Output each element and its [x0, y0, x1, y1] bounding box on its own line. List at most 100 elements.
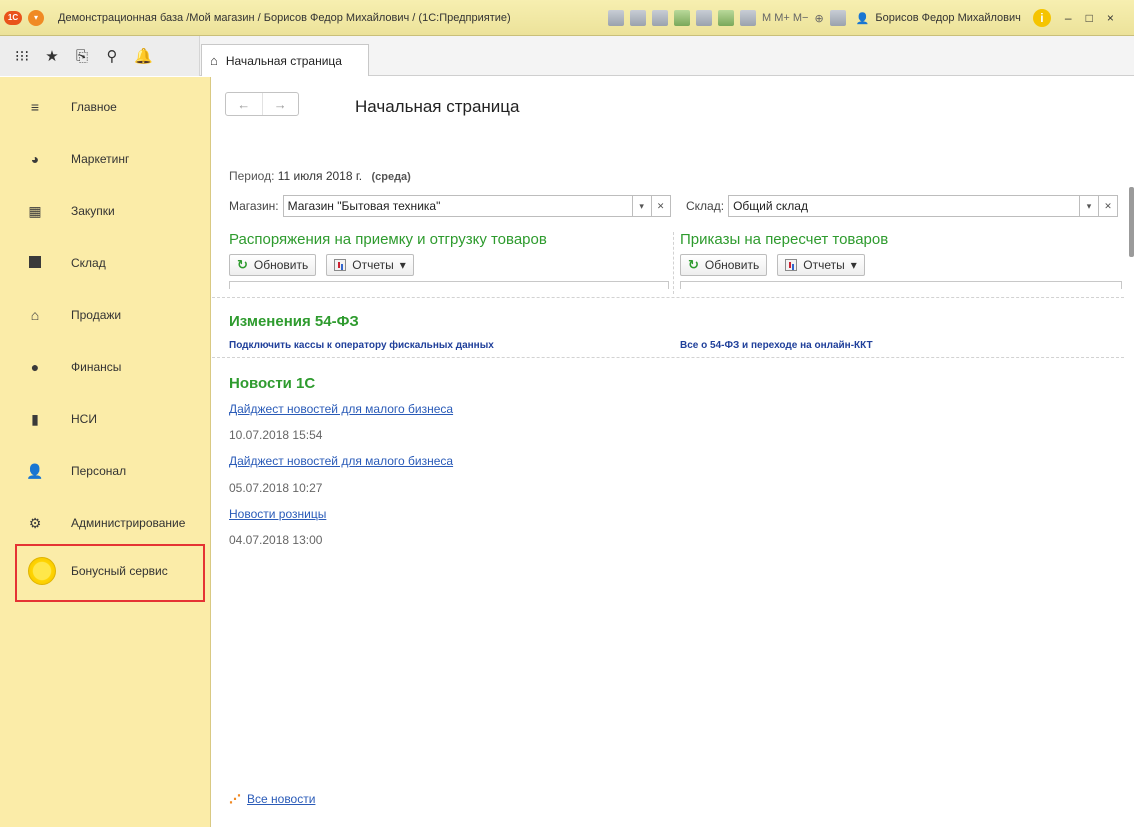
sidebar-item-admin[interactable]: ⚙ Администрирование	[0, 503, 211, 543]
news-item-date: 10.07.2018 15:54	[229, 428, 323, 442]
orders-panel-buttons: ↻ Обновить Отчеты ▾	[229, 254, 414, 276]
sidebar-item-sales[interactable]: ⌂ Продажи	[0, 295, 211, 335]
upload-icon[interactable]	[674, 10, 690, 26]
chevron-down-icon: ▾	[399, 258, 406, 272]
close-button[interactable]: ×	[1107, 11, 1114, 25]
sidebar-item-warehouse[interactable]: Склад	[0, 243, 211, 283]
warehouse-dropdown-button[interactable]: ▾	[1080, 195, 1100, 217]
calendar-icon[interactable]	[740, 10, 756, 26]
sidebar: ≡ Главное ◕ Маркетинг ▦ Закупки Склад ⌂ …	[0, 77, 211, 827]
fz54-link-connect[interactable]: Подключить кассы к оператору фискальных …	[229, 340, 494, 351]
refresh-icon: ↻	[237, 257, 248, 272]
reports-label: Отчеты	[803, 258, 845, 272]
panels-icon[interactable]	[829, 10, 846, 26]
coin-icon: ●	[30, 359, 40, 375]
store-clear-button[interactable]: ✕	[651, 195, 671, 217]
scanner-icon[interactable]	[696, 10, 712, 26]
store-dropdown-button[interactable]: ▾	[632, 195, 652, 217]
recount-panel-title: Приказы на пересчет товаров	[680, 231, 889, 248]
forward-button[interactable]: →	[261, 93, 299, 115]
recount-table[interactable]	[680, 281, 1122, 289]
warehouse-label: Склад:	[686, 199, 725, 213]
maximize-button[interactable]: □	[1086, 11, 1093, 25]
warehouse-clear-button[interactable]: ✕	[1099, 195, 1119, 217]
store-input[interactable]: Магазин "Бытовая техника"	[282, 195, 633, 217]
back-button[interactable]: ←	[226, 93, 262, 115]
sidebar-item-nsi[interactable]: ▮ НСИ	[0, 399, 211, 439]
news-item-link[interactable]: Дайджест новостей для малого бизнеса	[229, 402, 453, 416]
zoom-icon[interactable]: ⊕	[814, 12, 823, 25]
sidebar-item-main[interactable]: ≡ Главное	[0, 87, 211, 127]
sidebar-item-marketing[interactable]: ◕ Маркетинг	[0, 139, 211, 179]
highlight-box	[15, 544, 205, 602]
store-field-row: Магазин: Магазин "Бытовая техника" ▾ ✕	[229, 195, 671, 217]
sidebar-item-purchases[interactable]: ▦ Закупки	[0, 191, 211, 231]
rss-icon: ⋰	[229, 792, 241, 806]
period-dow: (среда)	[371, 171, 411, 183]
panel-divider	[673, 232, 674, 294]
bell-icon[interactable]: 🔔	[134, 47, 153, 65]
chevron-down-icon: ▾	[850, 258, 857, 272]
sidebar-item-finance[interactable]: ● Финансы	[0, 347, 211, 387]
news-item-date: 05.07.2018 10:27	[229, 481, 323, 495]
user-name[interactable]: Борисов Федор Михайлович	[875, 12, 1021, 24]
sidebar-item-label: НСИ	[71, 412, 97, 426]
recount-panel-buttons: ↻ Обновить Отчеты ▾	[680, 254, 865, 276]
memory-buttons[interactable]: M M+ M−	[762, 12, 808, 24]
news-title: Новости 1С	[229, 375, 316, 392]
pie-chart-icon: ◕	[30, 151, 40, 167]
apps-grid-icon[interactable]: ⁝⁝⁝	[14, 47, 30, 65]
favorites-star-icon[interactable]: ★	[44, 47, 60, 65]
period-row: Период: 11 июля 2018 г. (среда)	[229, 169, 411, 183]
print-icon[interactable]	[630, 10, 646, 26]
cart-icon: ▦	[28, 202, 42, 219]
tab-home[interactable]: ⌂ Начальная страница	[201, 44, 369, 76]
main-menu-button[interactable]: ▾	[28, 9, 44, 26]
sidebar-item-label: Закупки	[71, 204, 115, 218]
news-item-link[interactable]: Новости розницы	[229, 507, 326, 521]
preview-icon[interactable]	[652, 10, 668, 26]
user-icon: 👤	[855, 12, 870, 25]
refresh-button[interactable]: ↻ Обновить	[680, 254, 768, 276]
reports-button[interactable]: Отчеты ▾	[326, 254, 414, 276]
refresh-label: Обновить	[704, 258, 760, 272]
window-title: Демонстрационная база /Мой магазин / Бор…	[58, 11, 511, 24]
title-bar: 1С ▾ Демонстрационная база /Мой магазин …	[0, 0, 1134, 36]
reports-button[interactable]: Отчеты ▾	[777, 254, 865, 276]
nav-buttons: ← →	[225, 92, 299, 116]
info-icon[interactable]: i	[1032, 9, 1051, 27]
page-title: Начальная страница	[355, 97, 520, 116]
scrollbar[interactable]	[1129, 187, 1134, 257]
sidebar-item-label: Администрирование	[71, 516, 186, 530]
basket-icon: ⌂	[30, 307, 40, 323]
report-icon	[334, 259, 347, 271]
person-icon: 👤	[26, 462, 44, 479]
section-divider	[212, 357, 1124, 358]
all-news-link[interactable]: Все новости	[247, 792, 315, 806]
history-icon[interactable]: ⎘	[74, 48, 90, 65]
warehouse-icon	[26, 255, 44, 271]
save-icon[interactable]	[608, 10, 624, 26]
refresh-icon: ↻	[688, 257, 699, 272]
sidebar-item-personnel[interactable]: 👤 Персонал	[0, 451, 211, 491]
search-icon[interactable]: ⚲	[104, 47, 120, 65]
store-label: Магазин:	[229, 199, 279, 213]
window-toolbar: M M+ M− ⊕ 👤 Борисов Федор Михайлович i –…	[608, 9, 1114, 27]
refresh-button[interactable]: ↻ Обновить	[229, 254, 317, 276]
orders-table[interactable]	[229, 281, 669, 289]
sidebar-item-label: Маркетинг	[71, 152, 130, 166]
warehouse-field-row: Склад: Общий склад ▾ ✕	[686, 195, 1119, 217]
sidebar-item-label: Персонал	[71, 464, 127, 478]
calculator-icon[interactable]	[718, 10, 734, 26]
book-icon: ▮	[31, 410, 39, 427]
news-item-link[interactable]: Дайджест новостей для малого бизнеса	[229, 454, 453, 468]
home-icon: ⌂	[210, 53, 218, 68]
fz54-link-all[interactable]: Все о 54-ФЗ и переходе на онлайн-ККТ	[680, 340, 873, 351]
app-logo: 1С	[4, 10, 22, 25]
warehouse-input[interactable]: Общий склад	[728, 195, 1081, 217]
reports-label: Отчеты	[352, 258, 394, 272]
period-value[interactable]: 11 июля 2018 г.	[278, 169, 362, 183]
minimize-button[interactable]: –	[1065, 11, 1072, 25]
menu-icon: ≡	[30, 99, 40, 115]
all-news-row: ⋰ Все новости	[229, 792, 315, 806]
